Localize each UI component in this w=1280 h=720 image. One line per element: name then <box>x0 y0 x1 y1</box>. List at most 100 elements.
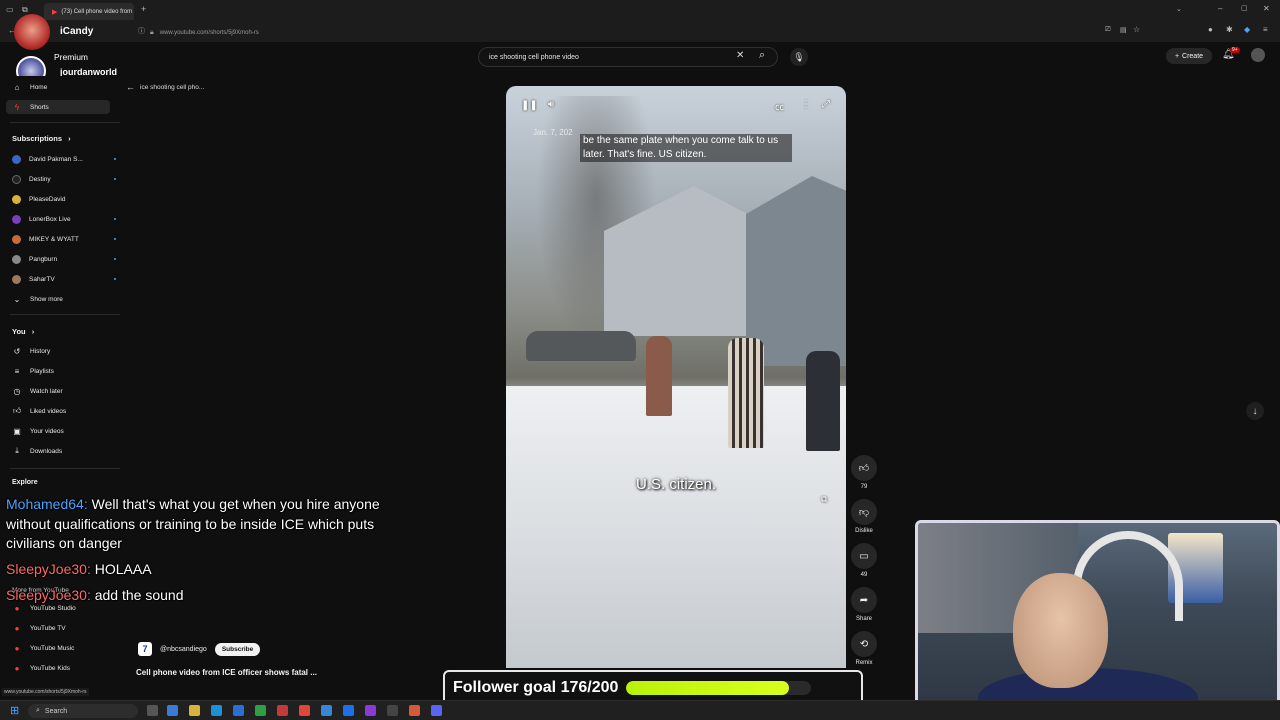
sidebar-item-subscription[interactable]: Pangburn <box>12 252 116 266</box>
sidebar-item-label: History <box>30 347 51 355</box>
sidebar-item-label: YouTube Studio <box>30 604 76 612</box>
comments-action[interactable]: ▭ 49 <box>851 543 877 578</box>
overlay-brand: iCandy <box>60 26 94 37</box>
shorts-video-player[interactable]: Jan. 7, 202 be the same plate when you c… <box>506 86 846 668</box>
sidebar-item-your-videos[interactable]: ▣ Your videos <box>12 424 116 438</box>
channel-avatar <box>12 274 21 284</box>
sidebar-item-youtube-music[interactable]: ● YouTube Music <box>12 641 116 655</box>
sidebar-item-shorts[interactable]: ϟ Shorts <box>6 100 110 114</box>
dislike-action[interactable]: 👎︎ Dislike <box>851 499 877 534</box>
url-field[interactable]: 🔒︎ www.youtube.com/shorts/5j9Xmoh-rs <box>150 26 1100 39</box>
account-avatar[interactable] <box>1251 48 1265 62</box>
sidebar-item-subscription[interactable]: PleaseDavid <box>12 192 116 206</box>
sidebar-item-playlists[interactable]: ≡ Playlists <box>12 364 116 378</box>
profile-extension-icon[interactable]: ◆ <box>1244 25 1250 34</box>
channel-avatar <box>12 214 21 224</box>
new-content-dot <box>114 178 116 180</box>
voice-search-icon[interactable]: 🎙︎ <box>790 48 808 66</box>
thumbs-down-icon[interactable]: 👎︎ <box>851 499 877 525</box>
search-icon[interactable]: ⌕ <box>759 49 765 62</box>
extensions-puzzle-icon[interactable]: ✱ <box>1226 25 1233 34</box>
sidebar-item-subscription[interactable]: MIKEY & WYATT <box>12 232 116 246</box>
share-label: Share <box>855 616 872 622</box>
taskbar-search[interactable]: ⌕ Search <box>28 704 138 718</box>
taskbar-app-icon[interactable] <box>189 705 200 716</box>
taskbar-app-icon[interactable] <box>409 705 420 716</box>
bookmark-star-icon[interactable]: ☆ <box>1133 25 1140 34</box>
read-mode-icon[interactable]: ▤ <box>1120 26 1127 34</box>
shorts-icon: ϟ <box>14 102 20 112</box>
sidebar-item-subscription[interactable]: Destiny <box>12 172 116 186</box>
taskbar-app-icon[interactable] <box>431 705 442 716</box>
taskbar-app-icon[interactable] <box>147 705 158 716</box>
create-button[interactable]: + Create <box>1166 48 1212 64</box>
share-icon[interactable]: ➦ <box>851 587 877 613</box>
fullscreen-icon[interactable]: ⤢ <box>822 99 830 110</box>
sidebar-item-downloads[interactable]: ⤓ Downloads <box>12 444 116 458</box>
youtube-music-icon: ● <box>14 643 20 653</box>
taskbar-app-icon[interactable] <box>233 705 244 716</box>
chat-message: Mohamed64: Well that's what you get when… <box>6 495 426 554</box>
maximize-icon[interactable]: ▢ <box>1241 4 1248 12</box>
show-more-button[interactable]: ⌄ Show more <box>12 292 116 306</box>
windows-start-icon[interactable]: ⊞ <box>10 704 19 717</box>
window-menu-icon[interactable]: ▭ <box>6 5 14 14</box>
browser-tab[interactable]: ▶ (73) Cell phone video from ✕ <box>44 3 134 20</box>
thumbs-up-icon[interactable]: 👍︎ <box>851 455 877 481</box>
taskbar-app-icon[interactable] <box>167 705 178 716</box>
sidebar-item-label: Your videos <box>30 427 64 435</box>
sidebar-item-watch-later[interactable]: ◷ Watch later <box>12 384 116 398</box>
taskbar-app-icon[interactable] <box>299 705 310 716</box>
sidebar-item-home[interactable]: ⌂ Home <box>12 80 116 94</box>
window-close-icon[interactable]: ✕ <box>1263 4 1270 13</box>
taskbar-app-icon[interactable] <box>211 705 222 716</box>
next-short-arrow-icon[interactable]: ↓ <box>1246 402 1264 420</box>
search-input[interactable]: ice shooting cell phone video <box>478 47 778 67</box>
clear-search-icon[interactable]: ✕ <box>736 50 744 61</box>
taskbar-app-icon[interactable] <box>321 705 332 716</box>
comment-icon[interactable]: ▭ <box>851 543 877 569</box>
volume-icon[interactable]: 🔊︎ <box>548 99 554 110</box>
sidebar-item-subscription[interactable]: SaharTV <box>12 272 116 286</box>
lock-icon: 🔒︎ <box>150 28 154 36</box>
taskbar-app-icon[interactable] <box>343 705 354 716</box>
back-arrow-icon[interactable]: ← <box>126 82 135 92</box>
more-options-icon[interactable]: ⋮ <box>801 99 811 110</box>
you-header[interactable]: You › <box>12 327 34 336</box>
subscriptions-header[interactable]: Subscriptions › <box>12 134 71 143</box>
taskbar-app-icon[interactable] <box>365 705 376 716</box>
captions-icon[interactable]: ㏄ <box>775 100 784 113</box>
video-title[interactable]: Cell phone video from ICE officer shows … <box>136 668 317 677</box>
sidebar-item-youtube-kids[interactable]: ● YouTube Kids <box>12 661 116 675</box>
sidebar-item-label: MIKEY & WYATT <box>29 235 79 243</box>
sidebar-item-youtube-tv[interactable]: ● YouTube TV <box>12 621 116 635</box>
browser-menu-icon[interactable]: ≡ <box>1263 25 1268 34</box>
sidebar-item-subscription[interactable]: LonerBox Live <box>12 212 116 226</box>
subscribe-button[interactable]: Subscribe <box>214 642 261 656</box>
like-action[interactable]: 👍︎ 79 <box>851 455 877 490</box>
remix-action[interactable]: ⟲ Remix <box>851 631 877 666</box>
taskbar-app-icon[interactable] <box>255 705 266 716</box>
taskbar-app-icon[interactable] <box>387 705 398 716</box>
minimize-icon[interactable]: – <box>1218 4 1222 13</box>
subscriptions-header-label: Subscriptions <box>12 134 63 143</box>
picture-in-picture-icon[interactable]: ⧉ <box>821 494 827 505</box>
sidebar-item-label: Shorts <box>30 103 49 111</box>
new-tab-icon[interactable]: + <box>141 4 146 14</box>
sidebar-item-liked-videos[interactable]: 👍︎ Liked videos <box>12 404 116 418</box>
tab-search-chevron-icon[interactable]: ⌄ <box>1176 5 1182 13</box>
stream-chat-overlay: Mohamed64: Well that's what you get when… <box>6 495 426 606</box>
chevron-down-icon: ⌄ <box>13 294 21 304</box>
pause-icon[interactable]: ❚❚ <box>521 100 538 111</box>
share-action[interactable]: ➦ Share <box>851 587 877 622</box>
taskbar-app-icon[interactable] <box>277 705 288 716</box>
channel-handle[interactable]: @nbcsandiego <box>160 646 207 653</box>
sidebar-item-subscription[interactable]: David Pakman S... <box>12 152 116 166</box>
channel-logo[interactable]: 7 <box>138 642 152 656</box>
search-query-back-label[interactable]: ice shooting cell pho... <box>140 84 204 91</box>
extension-icon[interactable]: ● <box>1208 25 1213 34</box>
remix-icon[interactable]: ⟲ <box>851 631 877 657</box>
site-info-icon[interactable]: ⓘ <box>138 26 145 36</box>
screen-share-icon[interactable]: ⎚ <box>1105 26 1111 34</box>
sidebar-item-history[interactable]: ↺ History <box>12 344 116 358</box>
